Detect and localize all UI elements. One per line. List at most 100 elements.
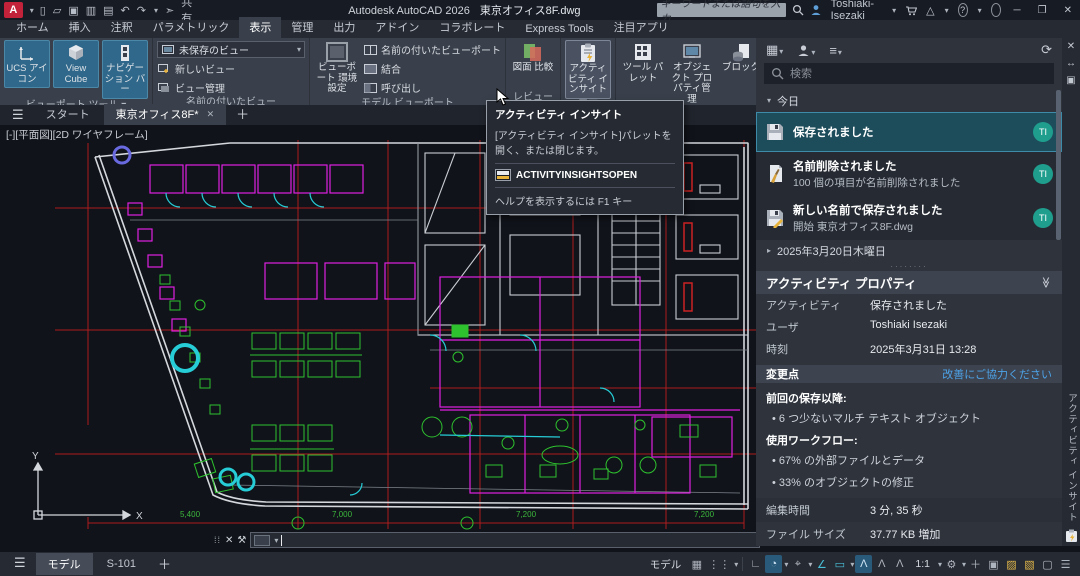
- palette-autohide-icon[interactable]: ↔: [1066, 58, 1076, 69]
- saveas-icon[interactable]: ▥: [86, 4, 96, 17]
- drawing-compare-button[interactable]: 図面 比較: [510, 40, 556, 76]
- tab-manage[interactable]: 管理: [281, 17, 323, 38]
- user-name[interactable]: Toshiaki-Isezaki: [831, 0, 882, 22]
- restore-viewports-button[interactable]: 呼び出し: [363, 79, 501, 96]
- osnap-tracking-icon[interactable]: ∠: [813, 555, 830, 573]
- polar-caret-icon[interactable]: ▾: [784, 560, 788, 569]
- properties-palette-button[interactable]: オブジェクト プロパティ管理: [669, 40, 715, 107]
- open-icon[interactable]: ▱: [53, 4, 61, 17]
- command-line[interactable]: ⁞⁞ ✕ ⚒ ▾: [214, 531, 760, 549]
- tab-insert[interactable]: 挿入: [59, 17, 101, 38]
- splitter-handle[interactable]: ········: [756, 262, 1062, 271]
- tab-parametric[interactable]: パラメトリック: [143, 17, 240, 38]
- tab-annotate[interactable]: 注釈: [101, 17, 143, 38]
- palette-close-icon[interactable]: ✕: [1067, 41, 1075, 52]
- palette-tab-icon[interactable]: [1065, 529, 1078, 543]
- command-grip-icon[interactable]: ⁞⁞: [214, 535, 221, 545]
- new-layout-button[interactable]: ＋: [150, 554, 179, 575]
- user-icon[interactable]: [810, 4, 822, 16]
- undo-icon[interactable]: ↶: [121, 4, 130, 17]
- tab-model[interactable]: モデル: [36, 553, 93, 575]
- tab-start[interactable]: スタート: [34, 104, 102, 125]
- activity-properties-header[interactable]: アクティビティ プロパティ ≫: [756, 271, 1062, 294]
- snap-toggle-icon[interactable]: ⋮⋮: [706, 555, 732, 573]
- grid-toggle-icon[interactable]: ▦: [688, 555, 705, 573]
- annotation-scale-icon[interactable]: Λ: [891, 555, 908, 573]
- isodraft-caret-icon[interactable]: ▾: [808, 560, 812, 569]
- autodesk-logo-icon[interactable]: △: [926, 4, 934, 17]
- help-search-input[interactable]: キーワードまたは語句を入力: [657, 3, 786, 17]
- restore-button[interactable]: ❐: [1034, 5, 1051, 16]
- tab-close-icon[interactable]: ✕: [207, 109, 215, 120]
- feedback-link[interactable]: 改善にご協力ください: [942, 366, 1052, 382]
- workspace-gear-icon[interactable]: ⚙: [943, 555, 960, 573]
- join-viewports-button[interactable]: 結合: [363, 60, 501, 77]
- qat-caret-icon[interactable]: ▾: [154, 6, 158, 15]
- search-icon[interactable]: [792, 4, 804, 16]
- clean-screen-icon[interactable]: ▢: [1039, 555, 1056, 573]
- tool-palettes-button[interactable]: ツール パレット: [620, 40, 666, 86]
- layout-menu-icon[interactable]: ☰: [6, 555, 34, 573]
- annotation-monitor-icon[interactable]: ＋: [967, 555, 984, 573]
- tab-collaborate[interactable]: コラボレート: [429, 17, 515, 38]
- new-drawing-tab-button[interactable]: ＋: [228, 104, 257, 125]
- customization-icon[interactable]: ☰: [1057, 555, 1074, 573]
- command-input[interactable]: ▾: [250, 532, 760, 548]
- isodraft-icon[interactable]: ⌖: [789, 555, 806, 573]
- collapse-chevrons-icon[interactable]: ≫: [1040, 277, 1053, 289]
- section-today[interactable]: ▾ 今日: [756, 90, 1062, 112]
- activity-insights-button[interactable]: アクティビティ インサイト: [565, 40, 611, 99]
- view-combo[interactable]: 未保存のビュー ▾: [157, 41, 305, 58]
- viewcube-button[interactable]: View Cube: [53, 40, 99, 88]
- help-caret-icon[interactable]: ▾: [978, 6, 982, 15]
- graphics-performance-icon[interactable]: ▨: [1003, 555, 1020, 573]
- ucs-icon-button[interactable]: UCS アイコン: [4, 40, 50, 88]
- command-caret-icon[interactable]: ▾: [274, 536, 278, 545]
- notification-icon[interactable]: [991, 3, 1001, 17]
- user-caret-icon[interactable]: ▾: [892, 6, 896, 15]
- tab-featured-apps[interactable]: 注目アプリ: [604, 17, 679, 38]
- save-icon[interactable]: ▣: [68, 4, 78, 17]
- palette-scrollbar[interactable]: [1056, 90, 1061, 240]
- command-recent-icon[interactable]: [254, 535, 270, 546]
- named-viewports-button[interactable]: 名前の付いたビューポート: [363, 41, 501, 58]
- palette-search[interactable]: 検索: [764, 63, 1054, 84]
- hardware-accel-icon[interactable]: ▧: [1021, 555, 1038, 573]
- tab-view[interactable]: 表示: [239, 17, 281, 38]
- tab-addins[interactable]: アドイン: [365, 17, 429, 38]
- user-filter-button[interactable]: ▾: [797, 43, 815, 58]
- new-view-button[interactable]: 新しいビュー: [157, 60, 305, 77]
- snap-caret-icon[interactable]: ▾: [734, 560, 738, 569]
- activity-item-purged[interactable]: 名前削除されました 100 個の項目が名前削除されました TI: [756, 152, 1062, 196]
- navigation-bar-button[interactable]: ナビゲーション バー: [102, 40, 148, 99]
- tab-drawing[interactable]: 東京オフィス8F* ✕: [104, 104, 226, 125]
- polar-tracking-icon[interactable]: ◔: [765, 555, 782, 573]
- file-tab-menu-icon[interactable]: ☰: [4, 107, 32, 125]
- viewport-config-button[interactable]: ビューポート 環境設定: [314, 40, 360, 97]
- activity-item-saveas[interactable]: 新しい名前で保存されました 開始 東京オフィス8F.dwg TI: [756, 196, 1062, 240]
- new-icon[interactable]: ▯: [40, 4, 46, 17]
- osnap-caret-icon[interactable]: ▾: [850, 560, 854, 569]
- command-close-icon[interactable]: ✕: [225, 535, 233, 546]
- palette-properties-icon[interactable]: ▣: [1066, 75, 1075, 86]
- tab-home[interactable]: ホーム: [6, 17, 59, 38]
- command-wrench-icon[interactable]: ⚒: [237, 535, 246, 546]
- date-filter-button[interactable]: ▦▾: [766, 42, 783, 58]
- section-date-group[interactable]: ▸ 2025年3月20日木曜日: [756, 240, 1062, 262]
- osnap-icon[interactable]: ▭: [831, 555, 848, 573]
- refresh-button[interactable]: ⟳: [1041, 42, 1052, 58]
- tab-output[interactable]: 出力: [323, 17, 365, 38]
- store-icon[interactable]: [905, 5, 917, 16]
- help-icon[interactable]: ?: [958, 3, 968, 17]
- close-button[interactable]: ✕: [1060, 5, 1076, 16]
- scale-value[interactable]: 1:1: [909, 558, 936, 570]
- share-icon[interactable]: ➣: [165, 4, 174, 17]
- app-menu-caret-icon[interactable]: ▾: [30, 6, 34, 15]
- plot-icon[interactable]: ▤: [103, 4, 113, 17]
- viewport-controls-label[interactable]: [-][平面図][2D ワイヤフレーム]: [6, 127, 148, 142]
- app-menu-button[interactable]: A: [4, 2, 23, 18]
- minimize-button[interactable]: ─: [1010, 5, 1025, 16]
- tab-layout-s101[interactable]: S-101: [95, 555, 148, 573]
- autodesk-caret-icon[interactable]: ▾: [945, 6, 949, 15]
- tab-express-tools[interactable]: Express Tools: [515, 21, 603, 38]
